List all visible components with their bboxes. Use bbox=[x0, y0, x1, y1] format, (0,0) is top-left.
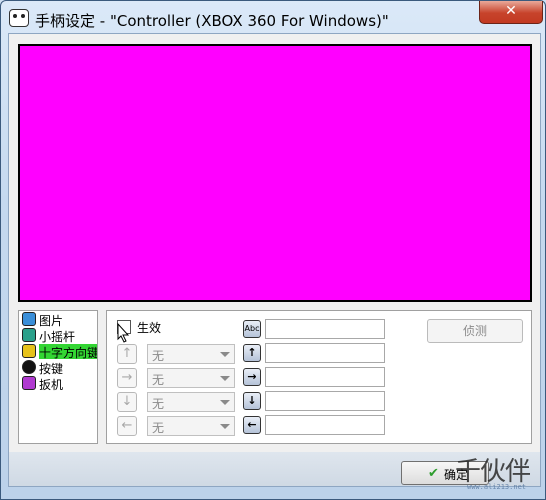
dpad-settings-panel: 生效 Abc 侦测 ↑ 无 ↑ → 无 → ↓ 无 ↓ ← 无 ← bbox=[106, 310, 532, 444]
abc-key-icon: Abc bbox=[243, 320, 261, 338]
down-mapping-select[interactable]: 无 bbox=[147, 392, 235, 412]
close-button[interactable]: ✕ bbox=[479, 1, 543, 24]
select-value: 无 bbox=[152, 373, 165, 387]
select-value: 无 bbox=[152, 397, 165, 411]
mouse-cursor-icon bbox=[117, 323, 130, 343]
chevron-down-icon bbox=[220, 376, 230, 381]
left-key-field[interactable] bbox=[265, 415, 385, 435]
title-bar[interactable]: 手柄设定 - "Controller (XBOX 360 For Windows… bbox=[1, 1, 545, 35]
enable-label: 生效 bbox=[137, 321, 162, 335]
name-field[interactable] bbox=[265, 319, 385, 339]
site-watermark: 千伙伴 www.ali213.net bbox=[429, 451, 541, 495]
category-label: 按键 bbox=[39, 362, 64, 375]
dpad-icon bbox=[22, 344, 36, 358]
controller-preview bbox=[18, 44, 532, 302]
select-value: 无 bbox=[152, 349, 165, 363]
up-key-field[interactable] bbox=[265, 343, 385, 363]
chevron-down-icon bbox=[220, 424, 230, 429]
left-arrow-button[interactable]: ← bbox=[117, 416, 137, 436]
trigger-icon bbox=[22, 376, 36, 390]
category-item-trigger[interactable]: 扳机 bbox=[19, 375, 97, 391]
right-mapping-select[interactable]: 无 bbox=[147, 368, 235, 388]
select-value: 无 bbox=[152, 421, 165, 435]
category-item-dpad[interactable]: 十字方向键 bbox=[19, 343, 97, 359]
category-label: 扳机 bbox=[39, 378, 64, 391]
up-key-icon: ↑ bbox=[243, 344, 261, 362]
up-arrow-button[interactable]: ↑ bbox=[117, 344, 137, 364]
gamepad-icon bbox=[9, 9, 29, 27]
button-icon bbox=[22, 360, 36, 374]
category-list: 图片 小摇杆 十字方向键 按键 扳机 bbox=[18, 310, 98, 444]
down-arrow-button[interactable]: ↓ bbox=[117, 392, 137, 412]
left-mapping-select[interactable]: 无 bbox=[147, 416, 235, 436]
down-key-icon: ↓ bbox=[243, 392, 261, 410]
right-key-field[interactable] bbox=[265, 367, 385, 387]
category-item-joystick[interactable]: 小摇杆 bbox=[19, 327, 97, 343]
up-mapping-select[interactable]: 无 bbox=[147, 344, 235, 364]
category-item-picture[interactable]: 图片 bbox=[19, 311, 97, 327]
detect-button[interactable]: 侦测 bbox=[427, 319, 523, 343]
controller-settings-window: 手柄设定 - "Controller (XBOX 360 For Windows… bbox=[0, 0, 546, 500]
down-key-field[interactable] bbox=[265, 391, 385, 411]
category-label: 十字方向键 bbox=[39, 344, 97, 359]
chevron-down-icon bbox=[220, 352, 230, 357]
right-arrow-button[interactable]: → bbox=[117, 368, 137, 388]
chevron-down-icon bbox=[220, 400, 230, 405]
left-key-icon: ← bbox=[243, 416, 261, 434]
picture-icon bbox=[22, 312, 36, 326]
right-key-icon: → bbox=[243, 368, 261, 386]
window-title: 手柄设定 - "Controller (XBOX 360 For Windows… bbox=[35, 12, 389, 30]
category-item-buttons[interactable]: 按键 bbox=[19, 359, 97, 375]
joystick-icon bbox=[22, 328, 36, 342]
dialog-client-area: 图片 小摇杆 十字方向键 按键 扳机 生效 Abc 侦测 ↑ 无 ↑ → 无 →… bbox=[8, 33, 541, 487]
watermark-url: www.ali213.net bbox=[467, 483, 527, 491]
category-label: 小摇杆 bbox=[39, 330, 76, 343]
category-label: 图片 bbox=[39, 314, 64, 327]
